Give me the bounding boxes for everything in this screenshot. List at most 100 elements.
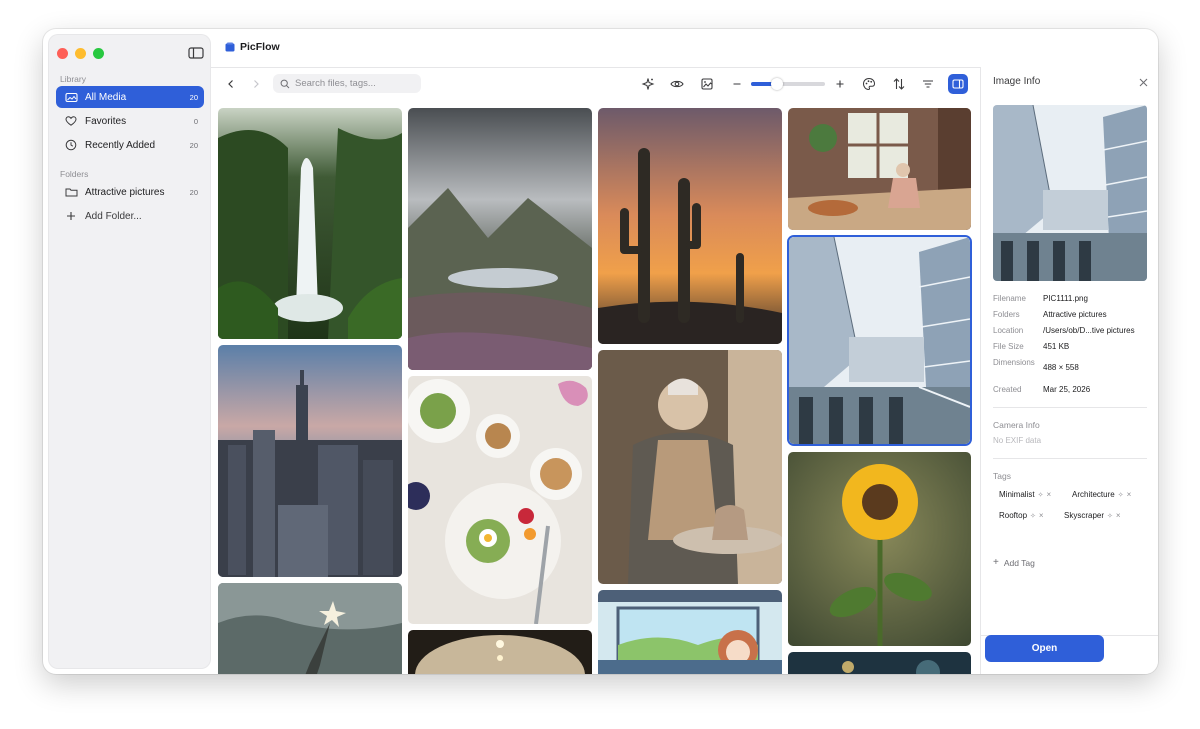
search-icon (280, 79, 290, 88)
panel-icon (952, 79, 964, 89)
minimize-window-button[interactable] (75, 48, 86, 59)
close-window-button[interactable] (57, 48, 68, 59)
count-badge: 20 (189, 92, 198, 102)
image-tile-cafe-lights[interactable] (408, 630, 592, 674)
camera-info-label: Camera Info (993, 420, 1040, 430)
image-info-panel: Image Info Filename PIC1111.png Folders … (980, 67, 1158, 674)
meta-key: Folders (993, 310, 1020, 319)
forward-button[interactable] (246, 74, 266, 94)
sidebar: Library All Media 20 Favorites 0 Recentl… (48, 34, 211, 669)
search-field[interactable] (273, 74, 421, 93)
zoom-slider[interactable] (751, 78, 825, 90)
tags-label: Tags (993, 471, 1011, 481)
folder-icon (64, 185, 78, 199)
app-title: PicFlow (225, 41, 280, 53)
clock-icon (64, 138, 78, 152)
meta-key: Dimensions (993, 358, 1035, 367)
meta-key: Filename (993, 294, 1026, 303)
image-tile-bokeh[interactable] (788, 652, 971, 674)
meta-key: File Size (993, 342, 1024, 351)
zoom-window-button[interactable] (93, 48, 104, 59)
tag-chip[interactable]: Architecture ✧ × (1066, 487, 1137, 502)
zoom-in-button[interactable] (830, 74, 850, 94)
sidebar-item-recently-added[interactable]: Recently Added 20 (56, 134, 204, 156)
add-tag-button[interactable]: + Add Tag (993, 557, 1035, 568)
meta-key: Created (993, 385, 1022, 394)
search-input[interactable] (295, 78, 415, 89)
image-tile-anime-train[interactable] (598, 590, 782, 674)
sparkle-icon (641, 78, 655, 90)
zoom-slider-thumb[interactable] (770, 78, 783, 90)
sidebar-item-all-media[interactable]: All Media 20 (56, 86, 204, 108)
plus-icon (64, 209, 78, 223)
image-tile-potter[interactable] (598, 350, 782, 584)
tag-label: Rooftop (999, 511, 1028, 520)
remove-tag-icon[interactable]: × (1039, 511, 1044, 520)
image-tile-mountain-lake[interactable] (408, 108, 592, 370)
count-badge: 20 (189, 140, 198, 150)
image-tile-sunflower[interactable] (788, 452, 971, 646)
image-tile-glass-building[interactable] (789, 237, 970, 444)
open-button[interactable]: Open (985, 635, 1104, 662)
app-window: Library All Media 20 Favorites 0 Recentl… (43, 29, 1158, 674)
photo-library-icon (64, 90, 78, 104)
panel-title: Image Info (993, 76, 1041, 87)
zoom-out-button[interactable] (727, 74, 747, 94)
plus-icon (836, 80, 844, 88)
tag-label: Architecture (1072, 490, 1115, 499)
back-icon (228, 80, 233, 88)
remove-tag-icon[interactable]: × (1046, 490, 1051, 499)
meta-value-folders: Attractive pictures (1043, 310, 1107, 319)
plus-icon: + (993, 557, 999, 568)
back-button[interactable] (221, 74, 241, 94)
info-panel-toggle[interactable] (948, 74, 968, 94)
image-gallery (211, 99, 980, 674)
eye-icon (670, 80, 684, 88)
image-tile-statue[interactable] (218, 583, 402, 674)
add-folder-label: Add Folder... (85, 210, 142, 222)
tag-chip[interactable]: Minimalist ✧ × (993, 487, 1057, 502)
sort-button[interactable] (889, 74, 909, 94)
image-view-button[interactable] (697, 74, 717, 94)
image-tile-reading-room[interactable] (788, 108, 971, 230)
ai-sparkle-button[interactable] (638, 74, 658, 94)
ai-sparkle-icon: ✧ (1117, 491, 1124, 499)
image-tile-breakfast[interactable] (408, 376, 592, 624)
camera-info-value: No EXIF data (993, 436, 1042, 445)
close-panel-button[interactable] (1136, 75, 1150, 89)
remove-tag-icon[interactable]: × (1116, 511, 1121, 520)
preview-button[interactable] (667, 74, 687, 94)
remove-tag-icon[interactable]: × (1127, 490, 1132, 499)
sidebar-item-label: Favorites (85, 115, 127, 127)
sidebar-item-favorites[interactable]: Favorites 0 (56, 110, 204, 132)
forward-icon (254, 80, 259, 88)
image-tile-desert-cactus[interactable] (598, 108, 782, 344)
filter-button[interactable] (918, 74, 938, 94)
ai-sparkle-icon: ✧ (1030, 512, 1036, 520)
ai-sparkle-icon: ✧ (1037, 491, 1044, 499)
sidebar-folder-attractive-pictures[interactable]: Attractive pictures 20 (56, 181, 204, 203)
image-tile-city-skyline[interactable] (218, 345, 402, 577)
ai-sparkle-icon: ✧ (1107, 512, 1113, 520)
app-logo-icon (225, 42, 235, 52)
sidebar-item-label: All Media (85, 91, 127, 103)
tag-label: Skyscraper (1064, 511, 1105, 520)
divider (993, 407, 1147, 408)
tag-chip[interactable]: Rooftop ✧ × (993, 508, 1050, 523)
divider (993, 458, 1147, 459)
sidebar-item-label: Attractive pictures (85, 186, 165, 198)
tag-chip[interactable]: Skyscraper ✧ × (1058, 508, 1127, 523)
add-folder-button[interactable]: Add Folder... (56, 205, 204, 227)
palette-icon (862, 77, 876, 91)
library-section-label: Library (60, 74, 86, 84)
image-tile-waterfall[interactable] (218, 108, 402, 339)
color-filter-button[interactable] (859, 74, 879, 94)
filter-icon (923, 80, 933, 88)
meta-value-file-size: 451 KB (1043, 342, 1070, 351)
sort-icon (893, 78, 905, 90)
tag-label: Minimalist (999, 490, 1035, 499)
meta-value-location: /Users/ob/D...tive pictures (1043, 326, 1135, 335)
minus-icon (733, 83, 741, 85)
app-title-text: PicFlow (240, 41, 280, 53)
sidebar-toggle-icon[interactable] (186, 43, 206, 63)
